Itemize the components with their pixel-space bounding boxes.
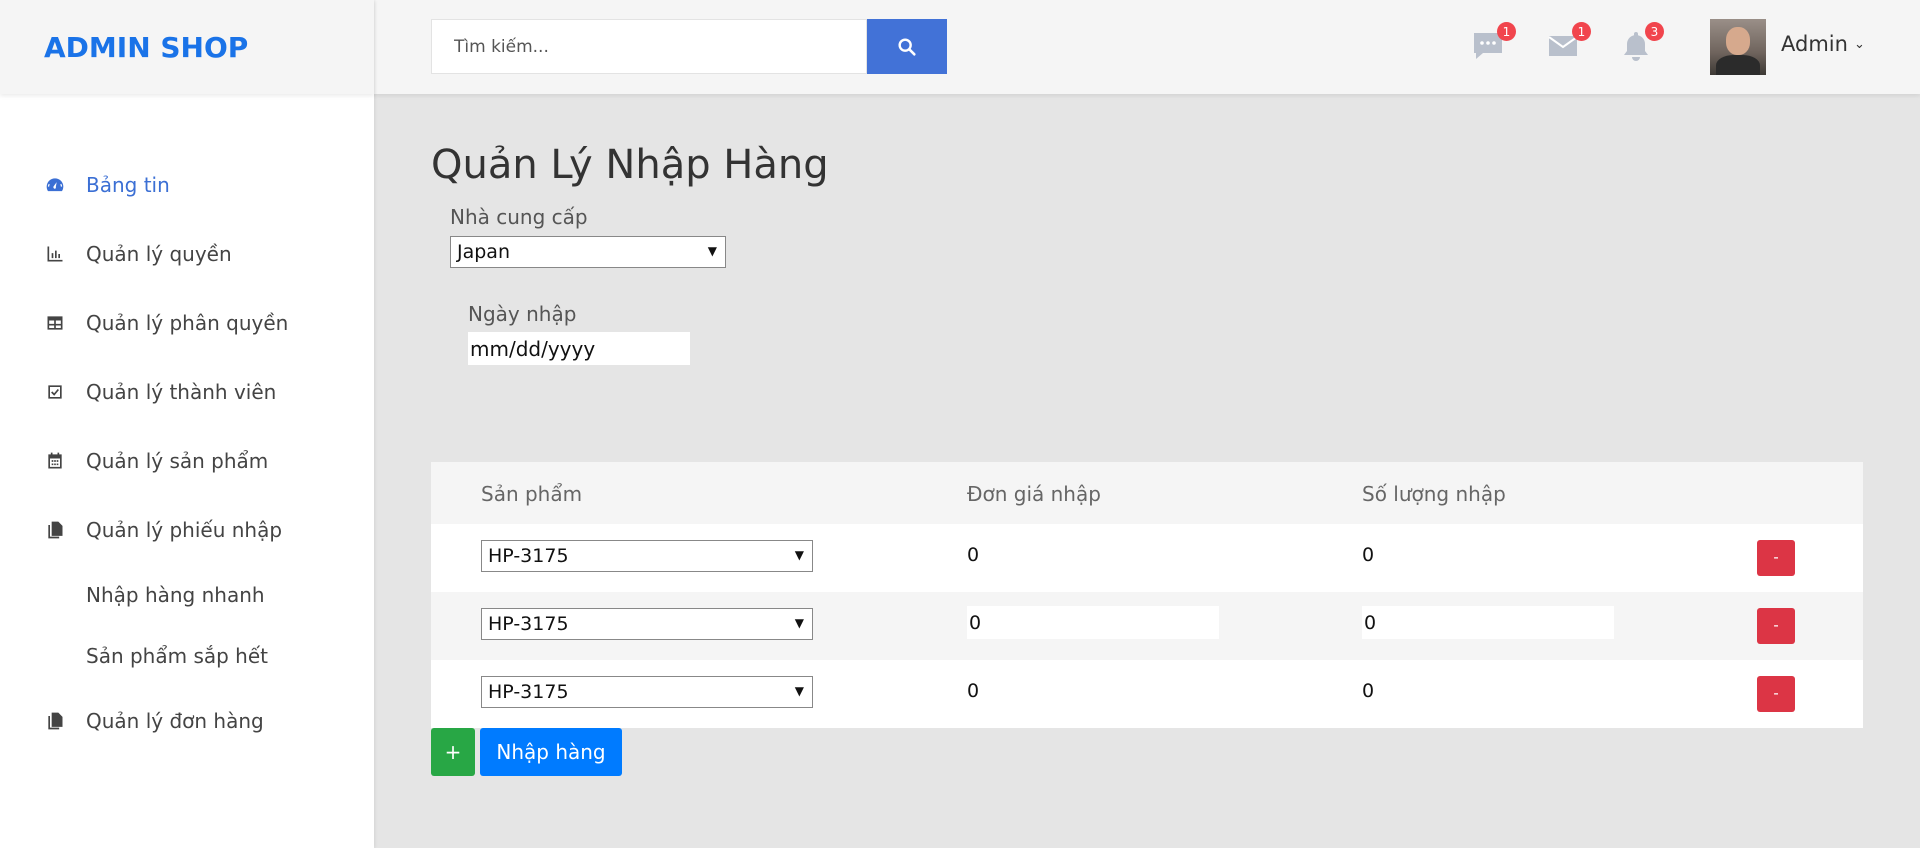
table-header: Sản phẩm Đơn giá nhập Số lượng nhập	[431, 462, 1863, 524]
notification-button[interactable]: 3	[1616, 22, 1664, 66]
table-icon	[44, 312, 66, 334]
page-title: Quản Lý Nhập Hàng	[431, 142, 829, 188]
remove-row-button[interactable]: -	[1757, 540, 1795, 576]
sidebar-item-label: Quản lý đơn hàng	[86, 708, 264, 733]
dropdown-arrow-icon: ▼	[794, 616, 804, 630]
column-header-price: Đơn giá nhập	[967, 482, 1101, 506]
avatar[interactable]	[1710, 19, 1766, 75]
chevron-down-icon: ⌄	[1853, 36, 1865, 52]
top-header: 1 1 3 Admin ⌄	[374, 0, 1920, 94]
logo[interactable]: ADMIN SHOP	[44, 31, 248, 64]
sidebar-item-label: Sản phẩm sắp hết	[86, 643, 269, 668]
date-input[interactable]	[468, 332, 690, 365]
supplier-label: Nhà cung cấp	[450, 205, 588, 229]
sidebar-item-label: Quản lý sản phẩm	[86, 448, 269, 473]
price-value[interactable]: 0	[967, 680, 979, 702]
date-label: Ngày nhập	[468, 302, 577, 326]
user-name: Admin	[1781, 32, 1848, 56]
sidebar: ADMIN SHOP Bảng tin Quản lý quyền Quản l…	[0, 0, 374, 848]
main-content: Quản Lý Nhập Hàng Nhà cung cấp Japan ▼ N…	[374, 94, 1920, 848]
mail-badge: 1	[1572, 22, 1591, 41]
chat-button[interactable]: 1	[1468, 22, 1516, 66]
sidebar-item-products[interactable]: Quản lý sản phẩm	[0, 426, 374, 495]
product-select[interactable]: HP-3175 ▼	[481, 540, 813, 572]
sidebar-item-permissions[interactable]: Quản lý quyền	[0, 219, 374, 288]
table-row: HP-3175 ▼ 0 0 -	[431, 660, 1863, 728]
calendar-icon	[44, 450, 66, 472]
sidebar-item-import-receipts[interactable]: Quản lý phiếu nhập	[0, 495, 374, 564]
sidebar-item-role-permissions[interactable]: Quản lý phân quyền	[0, 288, 374, 357]
column-header-quantity: Số lượng nhập	[1362, 482, 1506, 506]
import-submit-button[interactable]: Nhập hàng	[480, 728, 622, 776]
dashboard-icon	[44, 174, 66, 196]
sidebar-item-label: Nhập hàng nhanh	[86, 582, 265, 607]
search-bar	[431, 19, 947, 74]
dropdown-arrow-icon: ▼	[794, 548, 804, 562]
quantity-value[interactable]: 0	[1362, 544, 1374, 566]
table-row: HP-3175 ▼ 0 0 -	[431, 524, 1863, 592]
supplier-value: Japan	[457, 241, 510, 263]
notification-badge: 3	[1645, 22, 1664, 41]
product-select[interactable]: HP-3175 ▼	[481, 676, 813, 708]
mail-button[interactable]: 1	[1543, 22, 1591, 66]
user-menu[interactable]: Admin ⌄	[1781, 32, 1865, 56]
chat-badge: 1	[1497, 22, 1516, 41]
price-value[interactable]: 0	[967, 544, 979, 566]
sidebar-item-label: Bảng tin	[86, 172, 170, 197]
copy-icon	[44, 710, 66, 732]
supplier-select[interactable]: Japan ▼	[450, 236, 726, 268]
bar-chart-icon	[44, 243, 66, 265]
table-row: HP-3175 ▼ -	[431, 592, 1863, 660]
product-select[interactable]: HP-3175 ▼	[481, 608, 813, 640]
sidebar-item-label: Quản lý quyền	[86, 241, 232, 266]
sidebar-item-members[interactable]: Quản lý thành viên	[0, 357, 374, 426]
quantity-value[interactable]: 0	[1362, 680, 1374, 702]
remove-row-button[interactable]: -	[1757, 608, 1795, 644]
add-row-button[interactable]: +	[431, 728, 475, 776]
copy-icon	[44, 519, 66, 541]
sidebar-item-label: Quản lý phiếu nhập	[86, 517, 283, 542]
sidebar-item-dashboard[interactable]: Bảng tin	[0, 150, 374, 219]
sidebar-item-orders[interactable]: Quản lý đơn hàng	[0, 686, 374, 755]
quantity-input[interactable]	[1362, 606, 1614, 639]
remove-row-button[interactable]: -	[1757, 676, 1795, 712]
sidebar-item-label: Quản lý thành viên	[86, 379, 277, 404]
checkbox-icon	[44, 381, 66, 403]
sidebar-nav: Bảng tin Quản lý quyền Quản lý phân quyề…	[0, 150, 374, 755]
price-input[interactable]	[967, 606, 1219, 639]
sidebar-subitem-quick-import[interactable]: Nhập hàng nhanh	[0, 564, 374, 625]
import-table: Sản phẩm Đơn giá nhập Số lượng nhập HP-3…	[431, 462, 1863, 728]
product-value: HP-3175	[488, 545, 569, 567]
sidebar-subitem-low-stock[interactable]: Sản phẩm sắp hết	[0, 625, 374, 686]
search-icon	[898, 37, 916, 56]
product-value: HP-3175	[488, 681, 569, 703]
dropdown-arrow-icon: ▼	[794, 684, 804, 698]
dropdown-arrow-icon: ▼	[707, 244, 717, 258]
sidebar-item-label: Quản lý phân quyền	[86, 310, 289, 335]
column-header-product: Sản phẩm	[481, 482, 583, 506]
search-input[interactable]	[431, 19, 867, 74]
logo-area: ADMIN SHOP	[0, 0, 374, 94]
search-button[interactable]	[867, 19, 947, 74]
product-value: HP-3175	[488, 613, 569, 635]
